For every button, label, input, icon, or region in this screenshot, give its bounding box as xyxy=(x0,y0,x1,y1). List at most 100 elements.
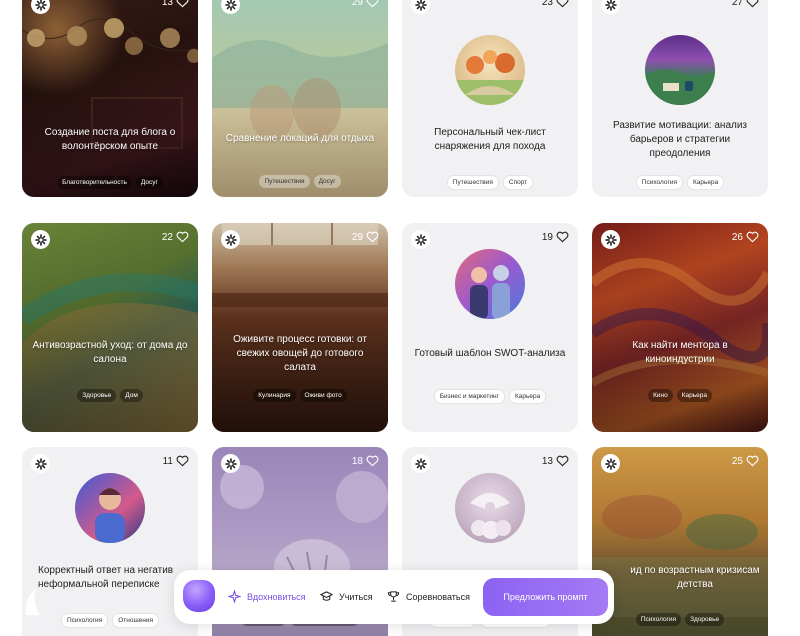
prompt-card[interactable]: 29 Оживите процесс готовки: от свежих ов… xyxy=(212,223,388,432)
heart-icon xyxy=(556,0,569,8)
card-title: ид по возрастным кризисам детства xyxy=(630,565,760,590)
tag-chip[interactable]: Путешествия xyxy=(446,175,499,190)
like-count: 25 xyxy=(731,455,743,467)
card-tags: Бизнес и маркетинг Карьера xyxy=(402,389,578,404)
like-count: 22 xyxy=(161,231,173,243)
heart-icon xyxy=(746,0,759,8)
tag-chip[interactable]: Досуг xyxy=(135,176,163,189)
prompt-card[interactable]: 11 Корректный ответ на негатив неформаль… xyxy=(22,447,198,636)
tag-chip[interactable]: Отношения xyxy=(112,613,160,628)
card-title: Создание поста для блога о волонтёрском … xyxy=(44,127,176,152)
like-count: 29 xyxy=(351,231,363,243)
nav-compete[interactable]: Соревноваться xyxy=(387,590,470,603)
like-counter[interactable]: 19 xyxy=(542,231,569,243)
card-thumbnail xyxy=(75,473,145,543)
prompt-card[interactable]: 19 Готовый шаблон SWOT-анализа Бизнес и … xyxy=(402,223,578,432)
like-counter[interactable]: 11 xyxy=(163,455,189,467)
card-thumbnail xyxy=(455,35,525,105)
card-thumbnail xyxy=(455,249,525,319)
ai-spark-icon xyxy=(31,230,50,249)
like-counter[interactable]: 25 xyxy=(732,455,759,467)
ai-spark-icon xyxy=(601,454,620,473)
like-count: 13 xyxy=(541,455,553,467)
tag-chip[interactable]: Кино xyxy=(648,389,673,402)
like-counter[interactable]: 13 xyxy=(542,455,569,467)
nav-compete-label: Соревноваться xyxy=(406,591,470,602)
card-tags: Психология Отношения xyxy=(22,613,198,628)
card-thumbnail xyxy=(455,473,525,543)
like-count: 19 xyxy=(541,231,553,243)
like-count: 29 xyxy=(351,0,363,8)
ai-spark-icon xyxy=(411,454,430,473)
like-counter[interactable]: 29 xyxy=(352,0,379,8)
card-tags: Кулинария Оживи фото xyxy=(212,389,388,402)
card-tags: Путешествия Спорт xyxy=(402,175,578,190)
like-counter[interactable]: 26 xyxy=(732,231,759,243)
tag-chip[interactable]: Досуг xyxy=(313,175,341,188)
tag-chip[interactable]: Психология xyxy=(635,175,683,190)
brand-logo xyxy=(25,589,40,615)
prompt-card[interactable]: 29 Сравнение локаций для отдыха Путешест… xyxy=(212,0,388,197)
heart-icon xyxy=(556,231,569,243)
card-tags: Психология Здоровье xyxy=(592,613,768,626)
prompt-card[interactable]: 23 Персональный чек-лист снаряжения для … xyxy=(402,0,578,197)
like-counter[interactable]: 29 xyxy=(352,231,379,243)
card-tags: Кино Карьера xyxy=(592,389,768,402)
tag-chip[interactable]: Здоровье xyxy=(77,389,117,402)
prompt-gallery-page: 13 Создание поста для блога о волонтёрск… xyxy=(0,0,800,636)
ai-spark-icon xyxy=(411,0,430,14)
tag-chip[interactable]: Благотворительность xyxy=(57,176,132,189)
ai-spark-icon xyxy=(221,230,240,249)
heart-icon xyxy=(556,455,569,467)
ai-spark-icon xyxy=(221,454,240,473)
ai-spark-icon xyxy=(31,454,50,473)
heart-icon xyxy=(366,455,379,467)
tag-chip[interactable]: Путешествия xyxy=(259,175,310,188)
tag-chip[interactable]: Здоровье xyxy=(685,613,725,626)
app-logo[interactable] xyxy=(183,580,215,612)
card-thumbnail xyxy=(645,35,715,105)
card-title: Готовый шаблон SWOT-анализа xyxy=(414,348,566,359)
tag-chip[interactable]: Кулинария xyxy=(253,389,296,402)
nav-learn[interactable]: Учиться xyxy=(320,590,373,603)
graduation-cap-icon xyxy=(320,591,333,601)
tag-chip[interactable]: Карьера xyxy=(508,389,547,404)
like-counter[interactable]: 18 xyxy=(352,455,379,467)
heart-icon xyxy=(366,231,379,243)
tag-chip[interactable]: Дом xyxy=(120,389,143,402)
like-count: 11 xyxy=(162,455,173,467)
prompt-card[interactable]: 27 Развитие мотивации: анализ барьеров и… xyxy=(592,0,768,197)
like-counter[interactable]: 13 xyxy=(162,0,189,8)
nav-inspire-label: Вдохновиться xyxy=(247,591,306,602)
like-count: 18 xyxy=(351,455,363,467)
bottom-navigation-bar: Вдохновиться Учиться Соревноваться Предл… xyxy=(174,570,614,624)
prompt-card[interactable]: 13 Создание поста для блога о волонтёрск… xyxy=(22,0,198,197)
tag-chip[interactable]: Психология xyxy=(635,613,682,626)
nav-inspire[interactable]: Вдохновиться xyxy=(228,590,306,603)
like-count: 23 xyxy=(541,0,553,8)
card-title: Персональный чек-лист снаряжения для пох… xyxy=(434,127,546,152)
ai-spark-icon xyxy=(601,0,620,14)
sparkle-icon xyxy=(228,590,241,603)
card-tags: Благотворительность Досуг xyxy=(22,176,198,189)
tag-chip[interactable]: Карьера xyxy=(676,389,712,402)
heart-icon xyxy=(176,455,189,467)
prompt-card[interactable]: 22 Антивозрастной уход: от дома до салон… xyxy=(22,223,198,432)
tag-chip[interactable]: Спорт xyxy=(502,175,534,190)
like-count: 26 xyxy=(731,231,743,243)
like-counter[interactable]: 23 xyxy=(542,0,569,8)
tag-chip[interactable]: Бизнес и маркетинг xyxy=(433,389,505,404)
card-title: Антивозрастной уход: от дома до салона xyxy=(32,340,188,365)
prompt-card[interactable]: 26 Как найти ментора в киноиндустрии Кин… xyxy=(592,223,768,432)
heart-icon xyxy=(176,231,189,243)
card-title: Как найти ментора в киноиндустрии xyxy=(632,340,728,365)
card-title: Развитие мотивации: анализ барьеров и ст… xyxy=(612,120,748,159)
tag-chip[interactable]: Психология xyxy=(60,613,109,628)
tag-chip[interactable]: Карьера xyxy=(686,175,725,190)
like-counter[interactable]: 22 xyxy=(162,231,189,243)
like-count: 13 xyxy=(161,0,173,8)
tag-chip[interactable]: Оживи фото xyxy=(299,389,347,402)
suggest-prompt-button[interactable]: Предложить промпт xyxy=(483,578,608,616)
prompt-card[interactable]: 25 ид по возрастным кризисам детства Пси… xyxy=(592,447,768,636)
like-counter[interactable]: 27 xyxy=(732,0,759,8)
